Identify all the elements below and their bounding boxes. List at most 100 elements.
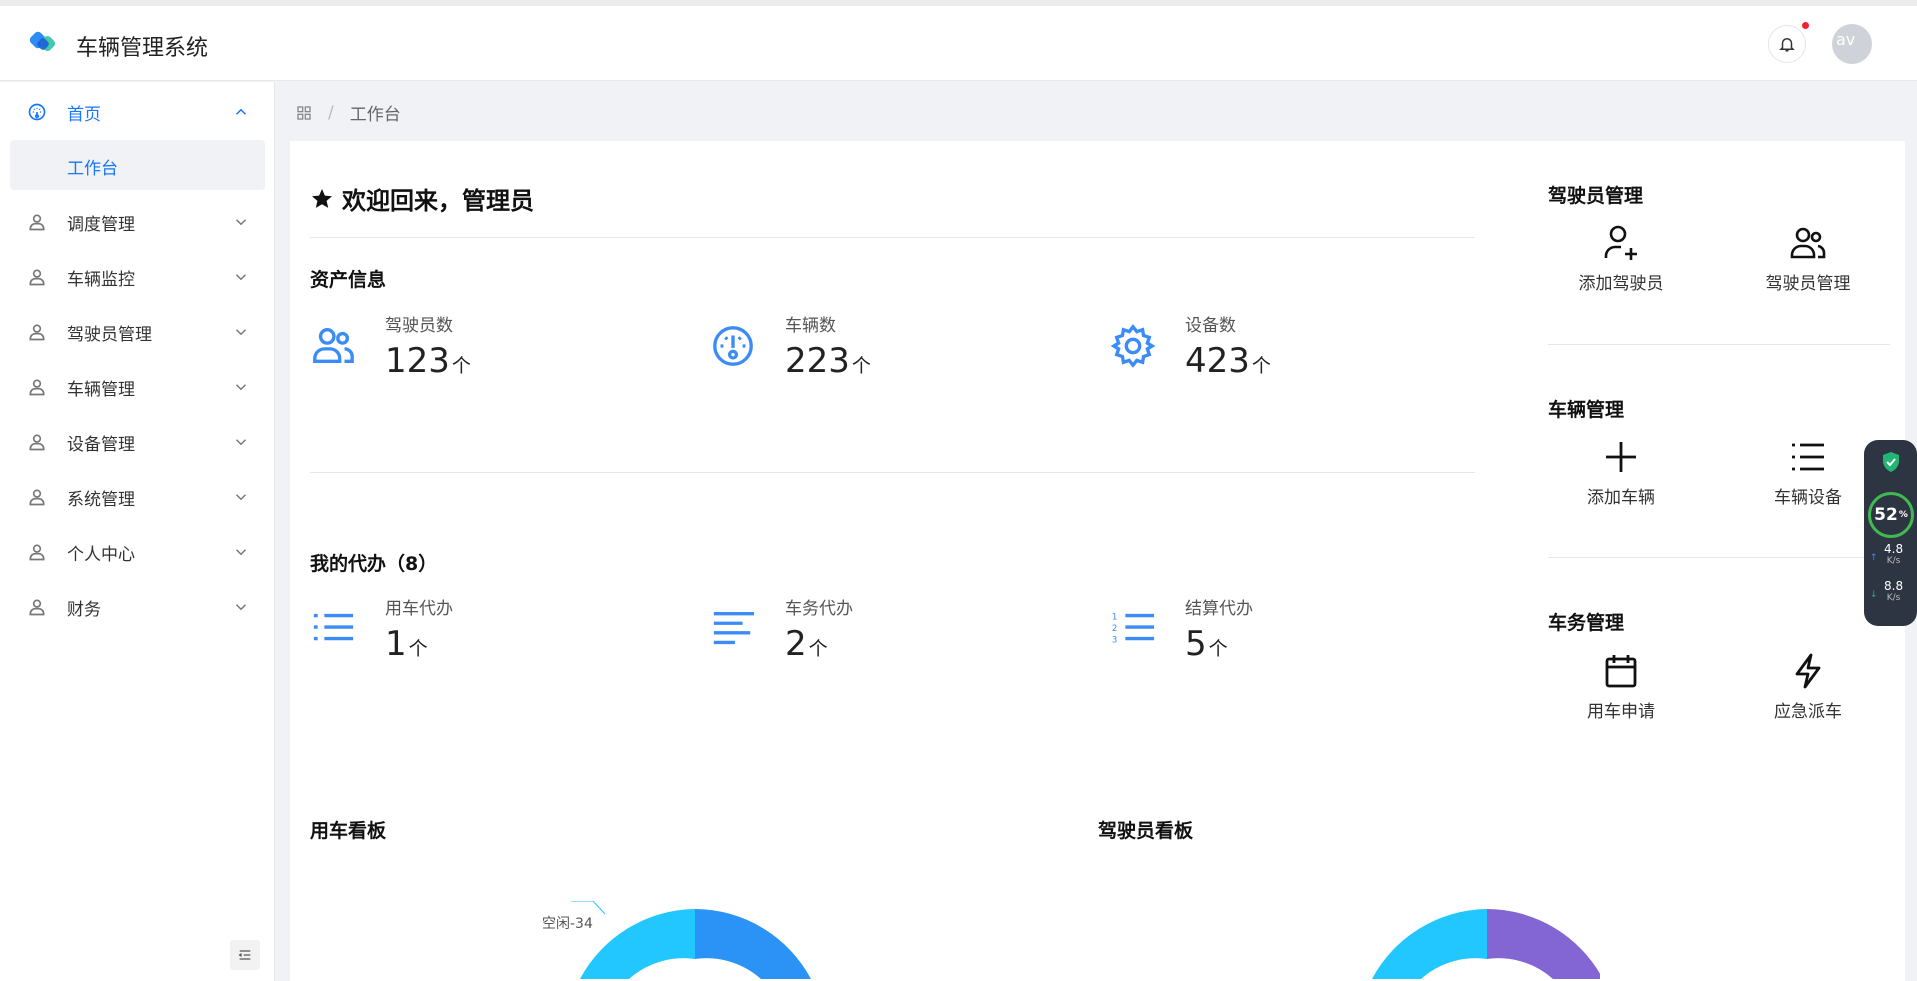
driver-status-donut <box>1372 909 1600 979</box>
chevron-down-icon <box>235 384 247 391</box>
add-vehicle-label: 添加车辆 <box>1587 488 1655 508</box>
user-icon <box>26 431 48 453</box>
user-icon <box>26 321 48 343</box>
divider <box>310 472 1475 473</box>
stat-value: 223 个 <box>785 341 871 381</box>
stat-usage-todo[interactable]: 用车代办 1个 <box>310 594 670 674</box>
sidebar-item-vehicle-management[interactable]: 车辆管理 <box>0 362 275 412</box>
sidebar-item-label: 调度管理 <box>67 214 135 235</box>
quick-vehicle-title: 车辆管理 <box>1548 399 1625 421</box>
add-driver-label: 添加驾驶员 <box>1578 274 1664 294</box>
svg-text:2: 2 <box>1112 624 1117 634</box>
vehicle-request-label: 用车申请 <box>1587 702 1655 722</box>
sidebar-item-personal-center[interactable]: 个人中心 <box>0 527 275 577</box>
chevron-down-icon <box>235 219 247 226</box>
divider <box>1548 344 1890 345</box>
download-speed: 8.8 K/s <box>1884 579 1904 603</box>
stat-label: 驾驶员数 <box>385 316 453 336</box>
sidebar-item-label: 设备管理 <box>67 434 135 455</box>
app-logo-icon <box>29 31 56 52</box>
sidebar-item-device-management[interactable]: 设备管理 <box>0 417 275 467</box>
chevron-down-icon <box>235 439 247 446</box>
avatar-alt-text: av <box>1836 30 1856 49</box>
stat-affairs-todo[interactable]: 车务代办 2个 <box>710 594 1070 674</box>
network-speed-widget[interactable]: 52% ↑ 4.8 K/s ↓ 8.8 K/s <box>1864 440 1917 626</box>
align-left-icon <box>713 611 755 645</box>
stat-label: 用车代办 <box>385 599 453 619</box>
sidebar-item-home[interactable]: 首页 <box>0 87 275 137</box>
notification-button[interactable] <box>1768 25 1806 63</box>
add-vehicle-button[interactable]: 添加车辆 <box>1546 437 1696 517</box>
notification-dot <box>1802 22 1809 29</box>
list-icon <box>313 613 354 641</box>
stat-value: 5个 <box>1185 624 1228 664</box>
sidebar-item-dispatch[interactable]: 调度管理 <box>0 197 275 247</box>
sidebar-collapse-button[interactable] <box>230 940 260 970</box>
stat-label: 结算代办 <box>1185 599 1253 619</box>
assets-title: 资产信息 <box>310 269 387 291</box>
chevron-down-icon <box>235 274 247 281</box>
dashboard-icon <box>713 326 753 366</box>
idle-segment-label: 空闲-34 <box>542 916 593 932</box>
apps-grid-icon[interactable] <box>296 105 312 121</box>
donut-segment-driver-a[interactable] <box>1487 909 1600 979</box>
sidebar-item-vehicle-monitor[interactable]: 车辆监控 <box>0 252 275 302</box>
sidebar: 首页 工作台 调度管理 车辆监控 驾驶员管理 车辆管理 设备管理 系统管理 个人… <box>0 82 275 981</box>
download-arrow-icon: ↓ <box>1870 590 1878 600</box>
user-icon <box>26 596 48 618</box>
star-icon <box>312 188 332 208</box>
menu-fold-icon <box>238 950 251 960</box>
list-icon <box>1792 443 1824 471</box>
avatar[interactable]: av <box>1832 24 1872 64</box>
chevron-down-icon <box>235 604 247 611</box>
upload-speed: 4.8 K/s <box>1884 542 1904 566</box>
stat-device-count[interactable]: 设备数 423 个 <box>1110 311 1470 391</box>
user-icon <box>26 486 48 508</box>
breadcrumb-current: 工作台 <box>349 105 401 125</box>
sidebar-item-label: 驾驶员管理 <box>67 324 152 345</box>
donut-segment-in-use[interactable] <box>695 909 811 979</box>
add-driver-button[interactable]: 添加驾驶员 <box>1546 223 1696 303</box>
divider <box>1548 557 1890 558</box>
sidebar-subitem-label: 工作台 <box>67 159 118 179</box>
todo-title: 我的代办（8） <box>310 553 438 575</box>
driver-board-title: 驾驶员看板 <box>1098 820 1194 842</box>
sidebar-subitem-workbench[interactable]: 工作台 <box>10 140 265 190</box>
users-icon <box>313 328 354 364</box>
quick-driver-title: 驾驶员管理 <box>1548 185 1644 207</box>
chevron-down-icon <box>235 494 247 501</box>
emergency-dispatch-label: 应急派车 <box>1774 702 1842 722</box>
vehicle-board-title: 用车看板 <box>310 820 387 842</box>
donut-segment-idle[interactable] <box>580 909 695 979</box>
sidebar-item-label: 财务 <box>67 599 101 620</box>
stat-settlement-todo[interactable]: 1 23 结算代办 5个 <box>1110 594 1470 674</box>
ordered-list-icon: 1 23 <box>1112 612 1155 645</box>
stat-value: 2个 <box>785 624 828 664</box>
vehicle-request-button[interactable]: 用车申请 <box>1546 651 1696 731</box>
emergency-dispatch-button[interactable]: 应急派车 <box>1733 651 1883 731</box>
driver-management-label: 驾驶员管理 <box>1765 274 1851 294</box>
plus-icon <box>1606 442 1636 472</box>
sidebar-item-label: 首页 <box>67 104 101 125</box>
sidebar-item-driver-management[interactable]: 驾驶员管理 <box>0 307 275 357</box>
chevron-down-icon <box>235 549 247 556</box>
donut-segment-driver-b[interactable] <box>1372 909 1487 979</box>
sidebar-item-system-management[interactable]: 系统管理 <box>0 472 275 522</box>
quick-affairs-title: 车务管理 <box>1548 612 1625 634</box>
sidebar-item-finance[interactable]: 财务 <box>0 582 275 632</box>
users-icon <box>1790 227 1826 259</box>
memory-usage-percent: 52% <box>1868 492 1914 538</box>
user-icon <box>26 541 48 563</box>
upload-arrow-icon: ↑ <box>1870 553 1878 563</box>
driver-management-button[interactable]: 驾驶员管理 <box>1733 223 1883 303</box>
stat-vehicle-count[interactable]: 车辆数 223 个 <box>710 311 1070 391</box>
lightning-icon <box>1795 653 1821 689</box>
user-add-icon <box>1604 225 1637 260</box>
sidebar-item-label: 车辆监控 <box>67 269 135 290</box>
stat-driver-count[interactable]: 驾驶员数 123 个 <box>310 311 670 391</box>
vehicle-devices-button[interactable]: 车辆设备 <box>1733 437 1883 517</box>
svg-text:3: 3 <box>1112 635 1117 645</box>
dashboard-icon <box>26 101 48 123</box>
workbench-panel: 欢迎回来，管理员 资产信息 驾驶员数 123 个 车辆数 223 个 设备数 423… <box>290 141 1905 981</box>
gear-icon <box>1110 324 1156 368</box>
